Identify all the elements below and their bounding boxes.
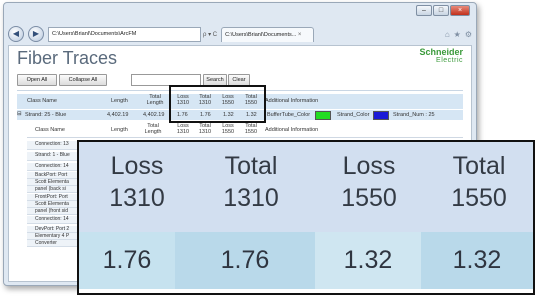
zoom-callout: Loss 1310 Total 1310 Loss 1550 Total 155… [77, 140, 535, 295]
maximize-button[interactable]: □ [433, 5, 449, 16]
sub-col-class-name: Class Name [35, 127, 65, 133]
address-text: C:\Users\BrianI\Documents\ArcFM [52, 30, 137, 37]
sub-col-additional-info: Additional Information [265, 127, 319, 133]
page-title: Fiber Traces [17, 48, 118, 68]
zoom-header-line1: Loss [110, 152, 164, 180]
collapse-all-button[interactable]: Collapse All [59, 74, 107, 86]
expand-collapse-icon[interactable]: ⊟ [17, 111, 22, 117]
zoom-values-band: 1.76 1.76 1.32 1.32 [79, 232, 533, 289]
buffer-color-swatch [315, 111, 331, 120]
sub-col-total-1310: Total 1310 [198, 123, 212, 135]
logo-main-text: Schneider [419, 47, 463, 57]
screenshot-stage: – □ × ◀ ▶ C:\Users\BrianI\Documents\ArcF… [0, 0, 539, 300]
settings-gear-icon[interactable]: ⚙ [465, 30, 472, 39]
zoom-value-loss-1550: 1.32 [315, 232, 421, 289]
strand-color-swatch [373, 111, 389, 120]
strand-total-length: 4,402.19 [143, 112, 165, 118]
forward-button[interactable]: ▶ [28, 26, 44, 42]
address-tools[interactable]: ρ ▾ C [203, 31, 217, 38]
home-icon[interactable]: ⌂ [445, 30, 450, 39]
address-bar[interactable]: C:\Users\BrianI\Documents\ArcFM [48, 26, 201, 42]
zoom-header-line2: 1310 [223, 184, 279, 212]
browser-tab[interactable]: C:\Users\BrianI\Documents... × [221, 26, 315, 42]
close-window-button[interactable]: × [450, 5, 470, 16]
sub-table-header: Class Name Length Total Length Loss 1310… [27, 123, 463, 138]
sub-col-loss-1310: Loss 1310 [176, 123, 190, 135]
strand-name: Strand: 25 - Blue [25, 112, 67, 118]
minimize-button[interactable]: – [416, 5, 432, 16]
navigation-bar: ◀ ▶ C:\Users\BrianI\Documents\ArcFM ρ ▾ … [8, 25, 472, 43]
zoom-header-line2: 1550 [341, 184, 397, 212]
zoom-header-line2: 1310 [109, 184, 165, 212]
strand-color-label: Strand_Color [337, 112, 370, 118]
sub-col-total-1550: Total 1550 [244, 123, 258, 135]
schneider-logo: Schneider Electric [419, 48, 463, 65]
sub-col-length: Length [111, 127, 128, 133]
col-additional-info: Additional Information [265, 98, 319, 104]
browser-tool-icons: ⌂ ★ ⚙ [445, 30, 472, 39]
strand-num: Strand_Num : 25 [393, 112, 435, 118]
sub-col-loss-1550: Loss 1550 [221, 123, 235, 135]
back-button[interactable]: ◀ [8, 26, 24, 42]
col-total-length: Total Length [146, 94, 164, 106]
buffer-color-label: BufferTube_Color [267, 112, 311, 118]
zoom-header-line1: Loss [342, 152, 396, 180]
zoom-header-band: Loss 1310 Total 1310 Loss 1550 Total 155… [79, 142, 533, 232]
zoom-header-line1: Total [452, 152, 506, 180]
favorites-icon[interactable]: ★ [454, 30, 461, 39]
open-all-button[interactable]: Open All [17, 74, 57, 86]
zoom-value-loss-1310: 1.76 [102, 246, 152, 274]
zoom-value-total-1310: 1.76 [175, 232, 315, 289]
col-length: Length [111, 98, 128, 104]
logo-sub-text: Electric [436, 57, 463, 64]
sub-col-total-length: Total Length [144, 123, 162, 135]
window-controls: – □ × [416, 5, 470, 16]
zoom-header-line1: Total [224, 152, 278, 180]
zoom-header-line2: 1550 [451, 184, 507, 212]
tab-close-icon[interactable]: × [298, 32, 302, 38]
strand-length: 4,402.19 [107, 112, 129, 118]
col-class-name: Class Name [27, 98, 57, 104]
zoom-value-total-1550: 1.32 [421, 232, 533, 289]
highlight-box [169, 85, 266, 123]
tab-label: C:\Users\BrianI\Documents... [225, 31, 297, 38]
